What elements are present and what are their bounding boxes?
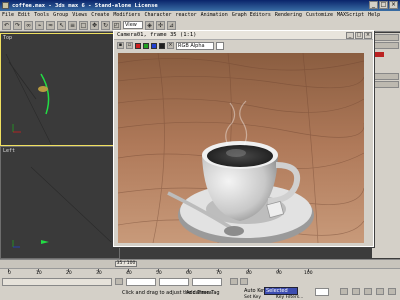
minimize-button[interactable]: _ [369,1,378,9]
top-viewport-wireframe [5,53,52,145]
save-bitmap-icon[interactable]: ▪ [117,42,124,49]
menu-reactor[interactable]: reactor [176,12,197,18]
select-by-name-icon[interactable]: ≡ [68,20,77,30]
top-viewport[interactable]: Top [0,33,120,146]
maximize-button[interactable]: □ [379,1,388,9]
status-bar: Auto Key Selected Click and drag to adju… [0,276,400,300]
rendered-frame-close-button[interactable]: × [364,32,372,39]
menu-edit[interactable]: Edit [18,12,30,18]
rotate-icon[interactable]: ↻ [101,20,110,30]
command-panel [372,33,400,258]
command-panel-tabs[interactable] [373,34,399,41]
zoom-icon[interactable] [340,288,348,295]
listener-box[interactable] [2,278,112,286]
key-filters-button[interactable]: Key Filters... [276,295,303,300]
rendered-image [118,53,364,243]
y-coordinate-field[interactable] [159,278,189,286]
channel-select[interactable]: RGB Alpha [176,41,214,50]
green-channel-toggle[interactable] [143,42,149,49]
menu-file[interactable]: File [2,12,14,18]
menu-animation[interactable]: Animation [201,12,228,18]
app-icon[interactable] [2,2,9,9]
add-time-tag-button[interactable]: Add Time Tag [186,290,220,296]
time-slider[interactable]: 35 / 100 [0,259,400,268]
modifier-stack[interactable] [373,81,399,88]
play-icon[interactable] [240,278,248,285]
rendered-frame-minimize-button[interactable]: _ [346,32,354,39]
left-viewport[interactable]: Left [0,146,120,259]
field-of-view-icon[interactable] [376,288,384,295]
redo-icon[interactable]: ↷ [13,20,22,30]
menu-help[interactable]: Help [368,12,380,18]
menu-customize[interactable]: Customize [306,12,333,18]
command-panel-rollout[interactable] [373,42,399,49]
menu-maxscript[interactable]: MAXScript [337,12,364,18]
bind-warp-icon[interactable]: ≈ [46,20,55,30]
menu-views[interactable]: Views [72,12,87,18]
reference-coord-select[interactable]: View [123,21,143,29]
x-coordinate-field[interactable] [126,278,156,286]
menu-tools[interactable]: Tools [34,12,49,18]
z-coordinate-field[interactable] [192,278,222,286]
rendered-frame-titlebar[interactable]: Camera01, frame 35 (1:1) _ □ × [114,31,373,40]
rendered-frame-window: Camera01, frame 35 (1:1) _ □ × ▪ ▫ × RGB… [113,30,374,247]
select-icon[interactable]: ↖ [57,20,66,30]
pan-icon[interactable] [352,288,360,295]
menu-graph-editors[interactable]: Graph Editors [232,12,271,18]
background-color-swatch[interactable] [216,41,224,50]
object-color-swatch[interactable] [374,52,384,57]
clone-window-icon[interactable]: ▫ [126,42,133,49]
red-channel-toggle[interactable] [135,42,141,49]
close-button[interactable]: × [389,1,398,9]
modifier-list[interactable] [373,73,399,80]
menu-group[interactable]: Group [53,12,68,18]
coffee-cup-render [118,53,364,243]
unlink-icon[interactable]: ⌁ [35,20,44,30]
title-bar: coffee.max - 3ds max 6 - Stand-alone Lic… [0,0,400,11]
clear-icon[interactable]: × [167,42,174,49]
menu-modifiers[interactable]: Modifiers [113,12,140,18]
set-key-button[interactable]: Set Key [244,295,261,300]
scale-icon[interactable]: ◰ [112,20,121,30]
current-frame-field[interactable] [315,288,329,296]
left-viewport-wireframe [12,166,112,248]
menu-rendering[interactable]: Rendering [275,12,302,18]
maximize-viewport-icon[interactable] [388,288,396,295]
pivot-icon[interactable]: ◈ [145,20,154,30]
menu-character[interactable]: Character [144,12,171,18]
lock-selection-icon[interactable] [115,278,123,285]
menu-bar: File Edit Tools Group Views Create Modif… [0,11,400,19]
play-start-icon[interactable] [230,278,238,285]
snap-icon[interactable]: ⊿ [167,20,176,30]
rendered-frame-toolbar: ▪ ▫ × RGB Alpha [114,40,373,51]
link-icon[interactable]: ∞ [24,20,33,30]
region-select-icon[interactable]: □ [79,20,88,30]
orbit-icon[interactable] [364,288,372,295]
rendered-frame-maximize-button[interactable]: □ [355,32,363,39]
menu-create[interactable]: Create [91,12,109,18]
window-title: coffee.max - 3ds max 6 - Stand-alone Lic… [12,2,158,9]
track-bar[interactable]: 0 10 20 30 40 50 60 70 80 90 100 [0,268,400,276]
alpha-channel-toggle[interactable] [159,42,165,49]
time-slider-thumb[interactable]: 35 / 100 [115,261,137,267]
move-icon[interactable]: ✥ [90,20,99,30]
blue-channel-toggle[interactable] [151,42,157,49]
manipulate-icon[interactable]: ✢ [156,20,165,30]
rendered-frame-title: Camera01, frame 35 (1:1) [117,32,197,38]
auto-key-label: Auto Key [244,288,267,294]
auto-key-mode-select[interactable]: Selected [264,287,298,295]
undo-icon[interactable]: ↶ [2,20,11,30]
